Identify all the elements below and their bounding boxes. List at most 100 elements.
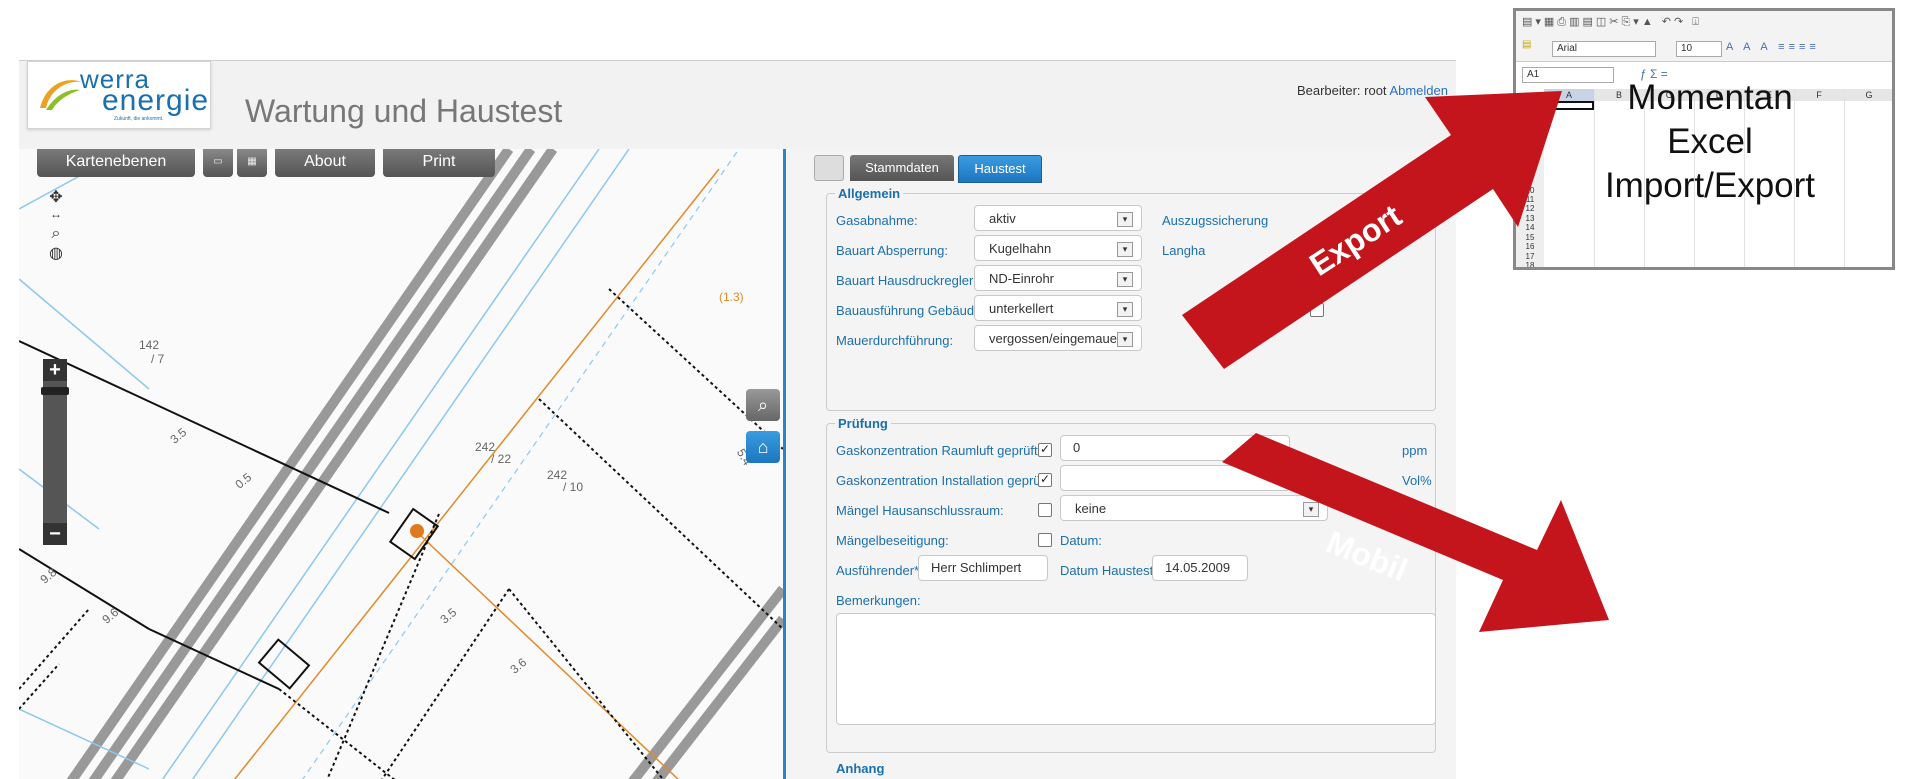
- measure-area-icon[interactable]: ▦: [237, 149, 267, 177]
- tab-haustest[interactable]: Haustest: [958, 155, 1042, 183]
- gas-room-checkbox[interactable]: ✓: [1038, 443, 1052, 457]
- user-area: Bearbeiter: root Abmelden: [1297, 83, 1448, 98]
- select-value: vergossen/eingemauert: [989, 331, 1125, 346]
- tab-stammdaten[interactable]: Stammdaten: [850, 155, 954, 181]
- test-date-label: Datum Haustest*:: [1060, 563, 1162, 578]
- remarks-label: Bemerkungen:: [836, 593, 921, 608]
- gas-install-input[interactable]: [1060, 465, 1290, 491]
- hausdruckregler-label: Bauart Hausdruckregler:: [836, 273, 977, 288]
- row-header[interactable]: 18: [1516, 261, 1544, 267]
- section-anhang-title: Anhang: [836, 761, 885, 776]
- zoom-slider-handle[interactable]: [41, 387, 69, 395]
- row-header[interactable]: 5: [1516, 139, 1544, 148]
- zoom-in-button[interactable]: +: [43, 359, 67, 381]
- font-size-select[interactable]: 10: [1676, 41, 1722, 57]
- list-icon[interactable]: [814, 155, 844, 181]
- zoom-box-icon[interactable]: ⌕: [39, 225, 73, 243]
- font-select[interactable]: Arial: [1552, 41, 1656, 57]
- row-header[interactable]: 9: [1516, 176, 1544, 185]
- defects-select[interactable]: keine ▾: [1060, 495, 1328, 521]
- gas-install-checkbox[interactable]: ✓: [1038, 473, 1052, 487]
- column-header[interactable]: G: [1844, 89, 1892, 101]
- select-value: ND-Einrohr: [989, 271, 1055, 286]
- current-user: Bearbeiter: root: [1296, 83, 1387, 98]
- chevron-down-icon: ▾: [1117, 272, 1133, 287]
- row-header[interactable]: 17: [1516, 252, 1544, 261]
- layers-button[interactable]: Kartenebenen: [37, 149, 195, 177]
- company-logo: werra energie Zukunft, die ankommt.: [27, 61, 211, 129]
- zoom-out-button[interactable]: −: [43, 523, 67, 545]
- logo-tagline: Zukunft, die ankommt.: [114, 116, 164, 122]
- map-label: / 22: [491, 452, 511, 466]
- absperrung-select[interactable]: Kugelhahn ▾: [974, 235, 1142, 261]
- row-header[interactable]: 3: [1516, 120, 1544, 129]
- row-header[interactable]: 15: [1516, 233, 1544, 242]
- row-header[interactable]: 13: [1516, 214, 1544, 223]
- row-header[interactable]: 8: [1516, 167, 1544, 176]
- map-canvas: 142 / 7 3.5 0.5 242 / 22 242 / 10 (1.3) …: [19, 149, 783, 779]
- row-header[interactable]: 14: [1516, 223, 1544, 232]
- home-button[interactable]: ⌂: [746, 431, 780, 463]
- zoom-slider-bar[interactable]: + −: [41, 359, 69, 545]
- print-button[interactable]: Print: [383, 149, 495, 177]
- gasabnahme-select[interactable]: aktiv ▾: [974, 205, 1142, 231]
- gas-install-label: Gaskonzentration Installation geprüft:: [836, 473, 1052, 488]
- langhals-label: Langha: [1162, 243, 1206, 258]
- spreadsheet-toolbar: ▤▾▦⎙▥▤◫✂⎘▾▲ ↶↷ ⍗: [1516, 11, 1892, 36]
- map-label: 142: [139, 338, 159, 352]
- executor-input[interactable]: Herr Schlimpert: [918, 555, 1048, 581]
- styles-icon: ▤: [1522, 39, 1532, 50]
- map-navigation: ✥ ↔ ⌕ ◍: [39, 187, 73, 263]
- gas-room-input[interactable]: 0: [1060, 435, 1290, 461]
- application-window: werra energie Zukunft, die ankommt. Wart…: [19, 60, 1456, 779]
- test-date-input[interactable]: 14.05.2009: [1152, 555, 1248, 581]
- select-value: unterkellert: [989, 301, 1054, 316]
- select-value: aktiv: [989, 211, 1016, 226]
- logo-swirl-icon: [40, 80, 82, 110]
- gebaeude-select[interactable]: unterkellert ▾: [974, 295, 1142, 321]
- row-header[interactable]: 6: [1516, 148, 1544, 157]
- caption-line: Momentan: [1627, 78, 1793, 117]
- row-headers: 1 2 3 4 5 6 7 8 9 10 11 12 13 14 15 16 1…: [1516, 101, 1544, 267]
- search-icon: ⌕: [757, 395, 769, 415]
- row-header[interactable]: 10: [1516, 186, 1544, 195]
- map-label: 0.5: [232, 470, 254, 492]
- remarks-textarea[interactable]: [836, 613, 1436, 725]
- chevron-down-icon: ▾: [1117, 212, 1133, 227]
- row-header[interactable]: 11: [1516, 195, 1544, 204]
- map-view[interactable]: 142 / 7 3.5 0.5 242 / 22 242 / 10 (1.3) …: [19, 149, 786, 779]
- search-map-button[interactable]: ⌕: [746, 389, 780, 421]
- chevron-down-icon: ▾: [1117, 302, 1133, 317]
- chevron-down-icon: ▾: [1117, 332, 1133, 347]
- measure-line-icon[interactable]: ▭: [203, 149, 233, 177]
- select-value: Kugelhahn: [989, 241, 1052, 256]
- row-header[interactable]: 7: [1516, 157, 1544, 166]
- map-label: 3.5: [167, 425, 189, 447]
- row-header[interactable]: 1: [1516, 101, 1544, 110]
- pan-arrows-icon[interactable]: ✥: [39, 187, 73, 207]
- hausdruckregler-select[interactable]: ND-Einrohr ▾: [974, 265, 1142, 291]
- chevron-down-icon: ▾: [1303, 502, 1319, 517]
- about-button[interactable]: About: [275, 149, 375, 177]
- fix-checkbox[interactable]: [1038, 533, 1052, 547]
- fix-label: Mängelbeseitigung:: [836, 533, 949, 548]
- defects-checkbox[interactable]: [1038, 503, 1052, 517]
- caption-line: Import/Export: [1604, 166, 1816, 205]
- ausloesend-label: auslösend:: [1236, 303, 1299, 318]
- row-header[interactable]: 16: [1516, 242, 1544, 251]
- page-title: Wartung und Haustest: [245, 93, 563, 129]
- row-header[interactable]: 4: [1516, 129, 1544, 138]
- globe-icon[interactable]: ◍: [39, 243, 73, 263]
- section-title: Prüfung: [835, 416, 891, 431]
- map-label: 3.6: [507, 655, 529, 677]
- grid-line: [1844, 89, 1845, 267]
- map-label: / 10: [563, 480, 583, 494]
- row-header[interactable]: 2: [1516, 110, 1544, 119]
- pan-horizontal-icon[interactable]: ↔: [39, 207, 73, 221]
- mauerdurchfuehrung-select[interactable]: vergossen/eingemauert ▾: [974, 325, 1142, 351]
- logout-link[interactable]: Abmelden: [1389, 83, 1448, 98]
- caption-line: Excel: [1667, 122, 1753, 161]
- ausloesend-checkbox[interactable]: [1310, 303, 1324, 317]
- toolbar-icons: ▤▾▦⎙▥▤◫✂⎘▾▲ ↶↷ ⍗: [1522, 16, 1702, 28]
- row-header[interactable]: 12: [1516, 204, 1544, 213]
